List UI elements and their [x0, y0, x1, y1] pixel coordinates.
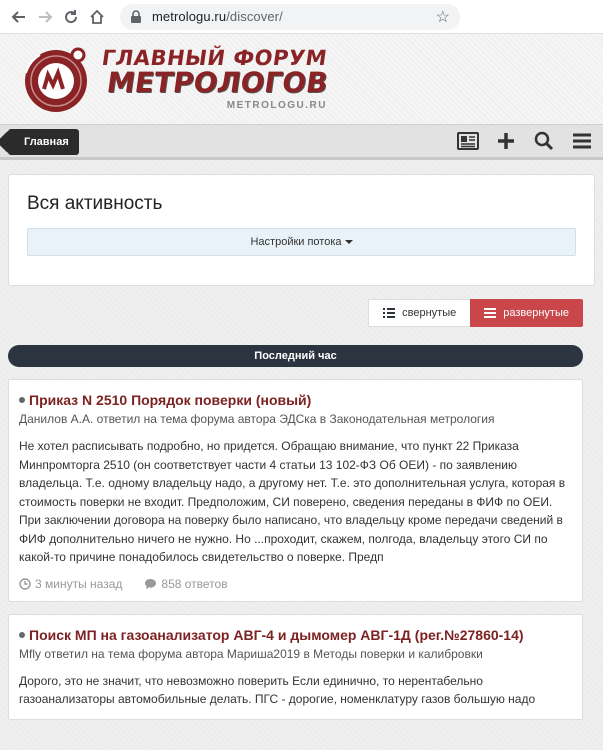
reload-icon[interactable]	[60, 6, 82, 28]
post-title-text: Приказ N 2510 Порядок поверки (новый)	[29, 392, 312, 408]
url-text: metrologu.ru/discover/	[152, 9, 436, 24]
page-title: Вся активность	[27, 193, 163, 214]
url-path: /discover/	[226, 9, 283, 24]
breadcrumb-home-button[interactable]: Главная	[8, 129, 79, 155]
post-excerpt: Дорого, это не значит, что невозможно по…	[19, 673, 536, 707]
comment-icon	[145, 578, 157, 589]
view-mode-toggle: свернутые развернутые	[0, 299, 583, 327]
collapsed-view-button[interactable]: свернутые	[368, 299, 471, 327]
site-logo[interactable]: ГЛАВНЫЙ ФОРУМ МЕТРОЛОГОВ METROLOGU.RU	[20, 43, 330, 115]
post-title-link[interactable]: Поиск МП на газоанализатор АВГ-4 и дымом…	[19, 627, 570, 643]
stream-settings-button[interactable]: Настройки потока	[27, 228, 576, 256]
unread-dot-icon	[19, 631, 25, 638]
clock-icon	[19, 577, 31, 590]
address-bar[interactable]: metrologu.ru/discover/ ☆	[120, 3, 460, 30]
browser-toolbar: metrologu.ru/discover/ ☆	[0, 0, 603, 34]
collapsed-label: свернутые	[402, 307, 457, 319]
logo-emblem-icon	[25, 47, 87, 112]
post-footer: 3 минуты назад 858 ответов	[19, 577, 570, 591]
url-host: metrologu.ru	[152, 9, 227, 24]
activity-feed-icon[interactable]	[457, 130, 479, 152]
activity-item: Поиск МП на газоанализатор АВГ-4 и дымом…	[8, 613, 583, 720]
expanded-view-button[interactable]: развернутые	[470, 299, 583, 327]
expanded-label: развернутые	[503, 307, 569, 319]
post-meta: Mfly ответил на тема форума автора Мариш…	[19, 646, 483, 661]
plus-icon[interactable]	[495, 130, 517, 152]
post-replies[interactable]: 858 ответов	[144, 576, 228, 591]
post-time-label: 3 минуты назад	[35, 576, 123, 591]
activity-item: Приказ N 2510 Порядок поверки (новый) Да…	[8, 379, 583, 602]
post-title-text: Поиск МП на газоанализатор АВГ-4 и дымом…	[29, 626, 524, 643]
post-excerpt: Не хотел расписывать подробно, но придет…	[19, 439, 566, 564]
activity-header-panel: Вся активность Настройки потока	[8, 174, 595, 286]
lock-icon	[130, 9, 144, 24]
list-icon	[383, 308, 396, 318]
bookmark-star-icon[interactable]: ☆	[436, 7, 450, 27]
stream-settings-label: Настройки потока	[250, 236, 342, 248]
post-time[interactable]: 3 минуты назад	[19, 577, 122, 591]
back-arrow-icon[interactable]	[8, 6, 30, 28]
logo-domain: METROLOGU.RU	[226, 100, 327, 111]
forward-arrow-icon[interactable]	[34, 6, 56, 28]
logo-title-line2: МЕТРОЛОГОВ	[104, 66, 330, 99]
site-header: ГЛАВНЫЙ ФОРУМ МЕТРОЛОГОВ METROLOGU.RU	[0, 34, 603, 124]
home-label: Главная	[24, 136, 69, 148]
main-nav: Главная	[0, 124, 603, 160]
unread-dot-icon	[19, 397, 25, 403]
time-section-header: Последний час	[8, 345, 583, 367]
post-replies-label: 858 ответов	[161, 576, 228, 591]
search-icon[interactable]	[533, 130, 555, 152]
post-title-link[interactable]: Приказ N 2510 Порядок поверки (новый)	[19, 392, 570, 408]
bars-icon	[484, 308, 497, 318]
hamburger-menu-icon[interactable]	[571, 130, 593, 152]
caret-down-icon	[344, 240, 353, 244]
home-icon[interactable]	[86, 6, 108, 28]
post-meta: Данилов А.А. ответил на тема форума авто…	[19, 412, 495, 426]
